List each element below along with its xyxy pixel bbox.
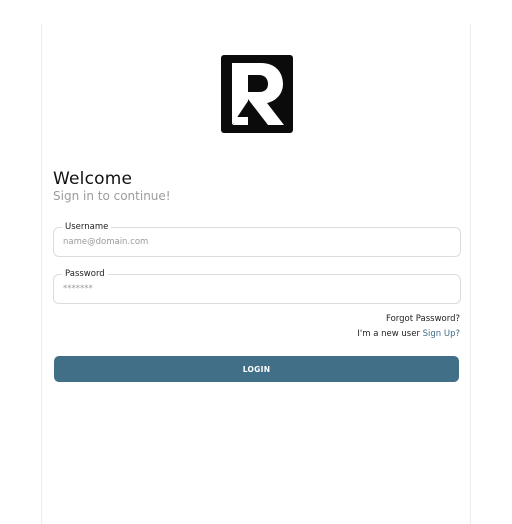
username-label: Username (62, 221, 112, 233)
new-user-text: I'm a new user Sign Up? (357, 329, 460, 339)
forgot-password-link[interactable]: Forgot Password? (386, 314, 460, 324)
login-button[interactable]: LOGIN (54, 356, 459, 382)
password-input[interactable] (63, 281, 443, 297)
page-subtitle: Sign in to continue! (53, 189, 171, 203)
password-label: Password (62, 268, 108, 280)
r-letter-logo-icon (221, 55, 293, 133)
new-user-prefix: I'm a new user (357, 329, 420, 339)
sign-up-link[interactable]: Sign Up? (423, 329, 460, 339)
login-card: Welcome Sign in to continue! Username Pa… (41, 24, 471, 524)
username-field[interactable]: Username (53, 221, 461, 257)
username-input[interactable] (63, 234, 443, 250)
page-title: Welcome (53, 169, 133, 189)
password-field[interactable]: Password (53, 268, 461, 304)
